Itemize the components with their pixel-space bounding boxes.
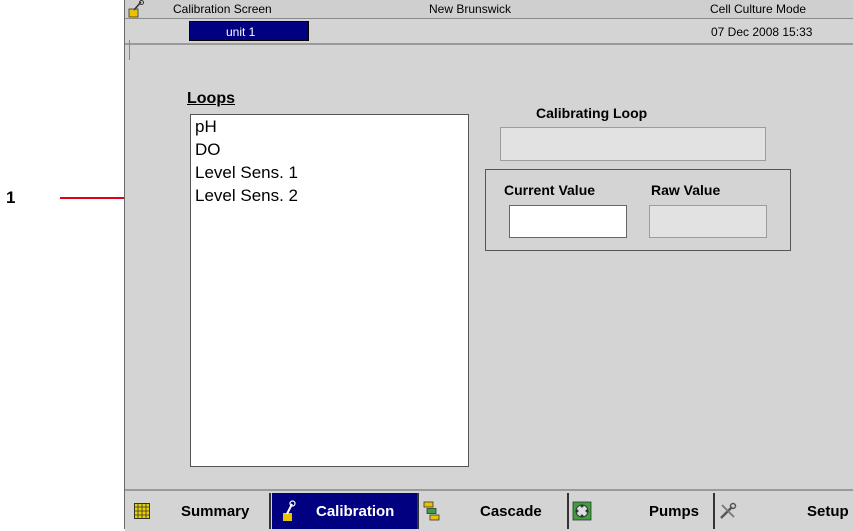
nav-divider — [567, 493, 569, 529]
bottom-nav-bar: Summary Calibration Cascade Pumps Setup — [125, 489, 853, 531]
loop-item-level-sens-2[interactable]: Level Sens. 2 — [191, 184, 468, 207]
calibration-wrench-icon — [128, 0, 144, 18]
raw-value-field — [649, 205, 767, 238]
nav-cascade-button[interactable]: Cascade — [421, 493, 567, 529]
title-bar: Calibration Screen New Brunswick Cell Cu… — [125, 0, 853, 19]
mode-label: Cell Culture Mode — [710, 2, 807, 16]
nav-calibration-label: Calibration — [316, 502, 395, 520]
tools-icon — [717, 500, 739, 522]
calibrating-loop-field — [500, 127, 766, 161]
current-value-label: Current Value — [504, 182, 596, 198]
nav-summary-button[interactable]: Summary — [131, 493, 273, 529]
nav-cascade-label: Cascade — [480, 502, 542, 520]
raw-value-label: Raw Value — [651, 182, 721, 198]
nav-divider — [417, 493, 419, 529]
loop-item-level-sens-1[interactable]: Level Sens. 1 — [191, 161, 468, 184]
current-value-field[interactable] — [509, 205, 627, 238]
loops-list[interactable]: pH DO Level Sens. 1 Level Sens. 2 — [190, 114, 469, 467]
nav-pumps-button[interactable]: Pumps — [571, 493, 713, 529]
nav-calibration-button[interactable]: Calibration — [272, 493, 417, 529]
nav-summary-label: Summary — [181, 502, 250, 520]
pump-icon — [571, 500, 593, 522]
loop-item-do[interactable]: DO — [191, 138, 468, 161]
nav-divider — [269, 493, 271, 529]
date-time: 07 Dec 2008 15:33 — [711, 25, 813, 39]
calibration-wrench-icon — [278, 500, 300, 522]
cascade-icon — [421, 500, 443, 522]
summary-grid-icon — [131, 500, 153, 522]
callout-number: 1 — [6, 188, 16, 207]
unit-bar: unit 1 07 Dec 2008 15:33 — [125, 19, 853, 60]
nav-setup-button[interactable]: Setup — [717, 493, 853, 529]
nav-setup-label: Setup — [807, 502, 849, 520]
loops-heading: Loops — [187, 90, 235, 107]
unitbar-divider — [129, 40, 130, 60]
nav-divider — [713, 493, 715, 529]
calibrating-loop-label: Calibrating Loop — [536, 105, 648, 121]
company-name: New Brunswick — [429, 2, 512, 16]
loop-item-ph[interactable]: pH — [191, 115, 468, 138]
nav-pumps-label: Pumps — [649, 502, 700, 520]
screen-title: Calibration Screen — [173, 2, 272, 16]
calibration-screen: Calibration Screen New Brunswick Cell Cu… — [124, 0, 853, 531]
unit-button[interactable]: unit 1 — [189, 21, 309, 41]
